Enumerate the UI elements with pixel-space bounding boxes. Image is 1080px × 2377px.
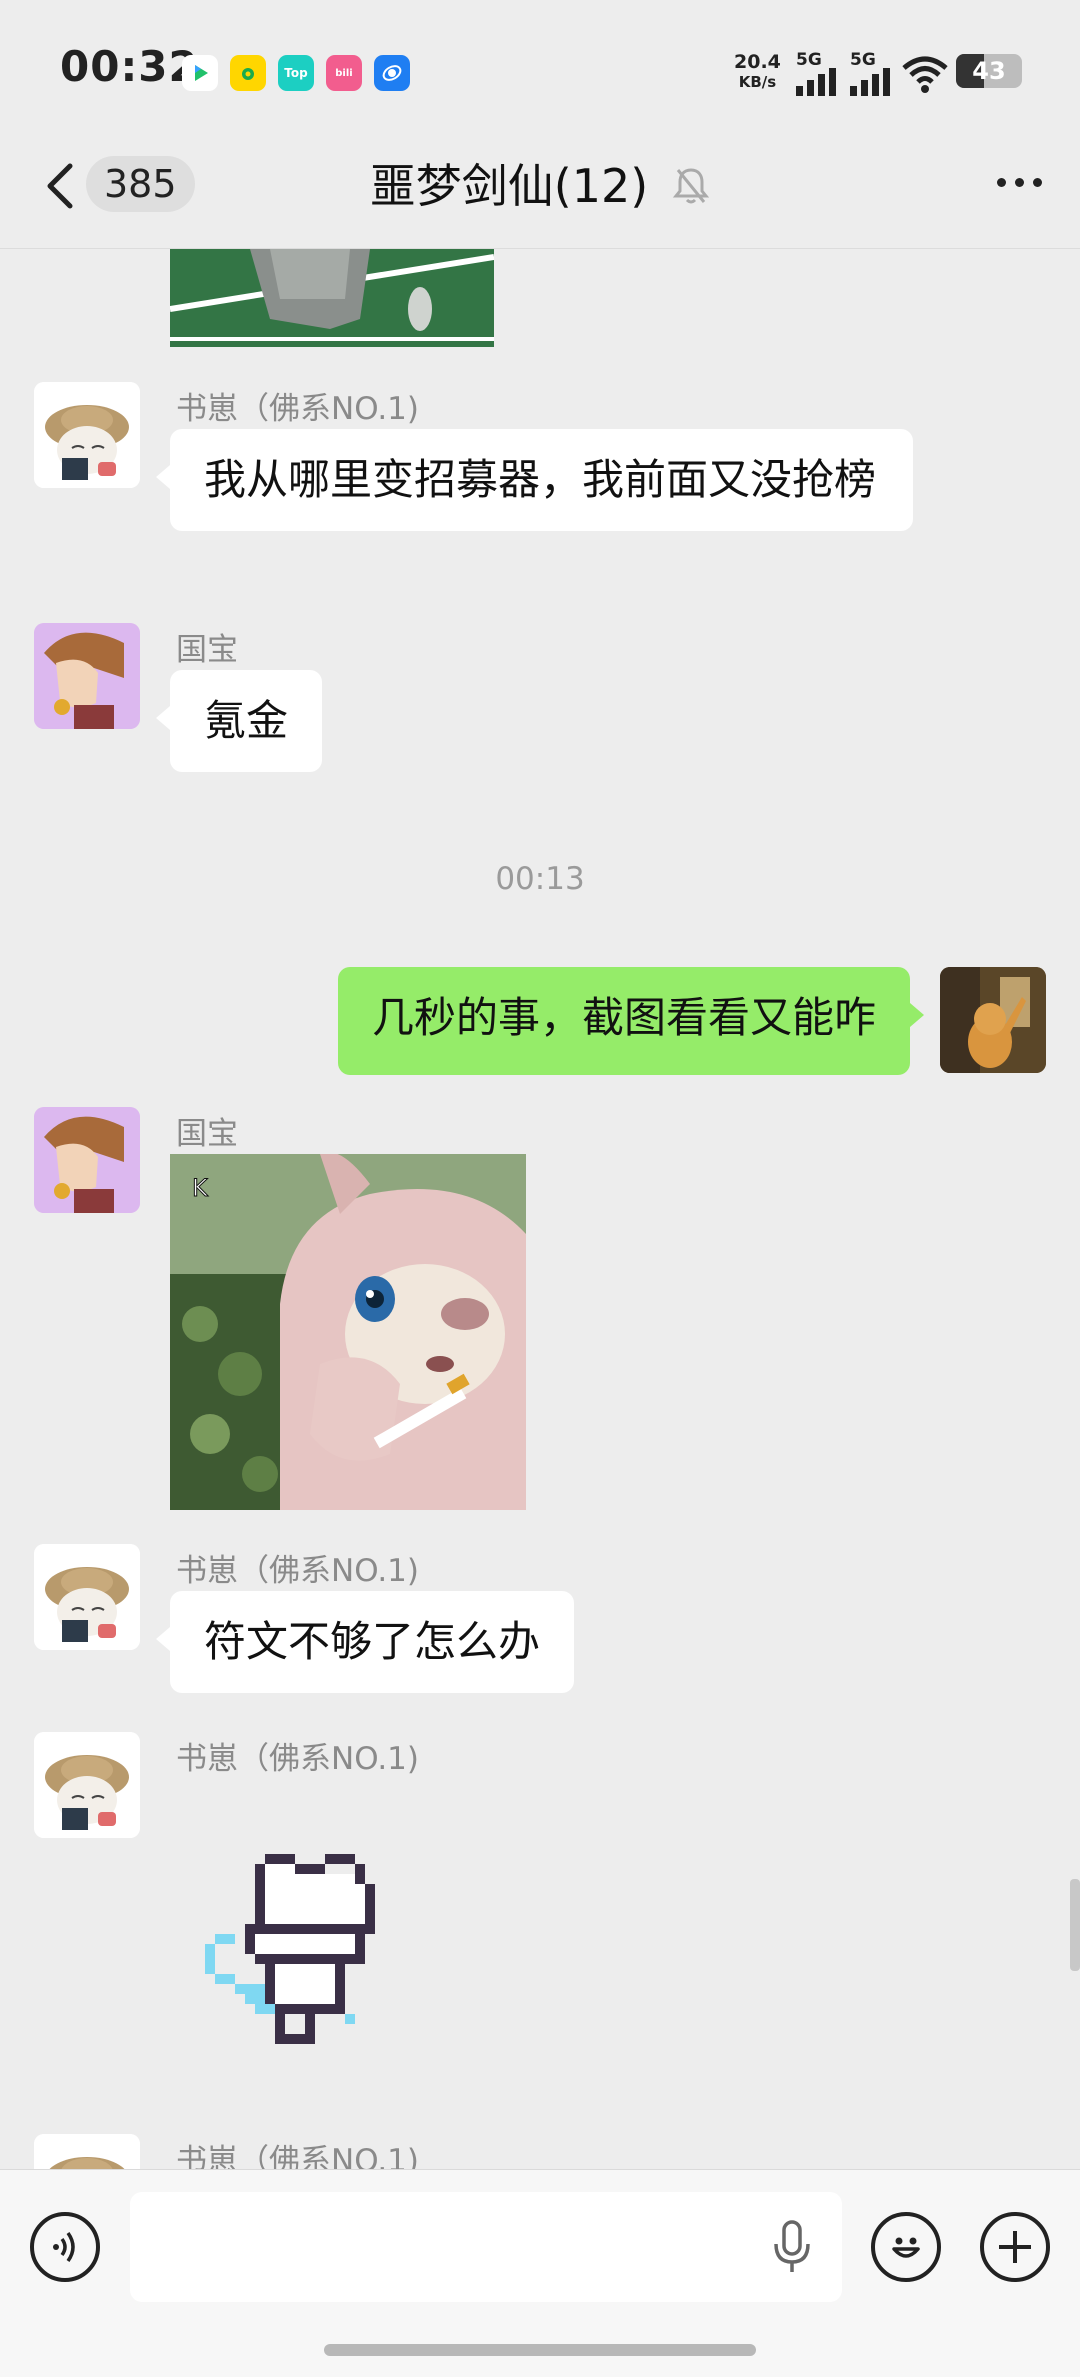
signal-icon: 5G — [796, 52, 838, 100]
browser-app-icon — [374, 55, 410, 91]
cat-photo-avatar-icon — [940, 967, 1046, 1073]
message-input[interactable] — [130, 2192, 842, 2302]
anime-boy-avatar-icon — [34, 1107, 140, 1213]
avatar[interactable] — [34, 623, 140, 729]
time-divider: 00:13 — [495, 861, 585, 897]
voice-icon — [53, 2231, 75, 2263]
status-time: 00:32 — [60, 42, 199, 91]
image-message[interactable] — [170, 249, 494, 347]
voice-toggle-button[interactable] — [30, 2212, 100, 2282]
sticker-message[interactable] — [205, 1854, 425, 2068]
signal-icon-2: 5G — [850, 52, 892, 100]
bilibili-icon: bili — [326, 55, 362, 91]
message-list[interactable]: 书崽（佛系NO.1) 我从哪里变招募器，我前面又没抢榜 国宝 氪金 00:13 … — [0, 249, 1080, 2169]
avatar[interactable] — [34, 1732, 140, 1838]
emoji-button[interactable] — [871, 2212, 941, 2282]
plus-button[interactable] — [980, 2212, 1050, 2282]
mic-icon[interactable] — [772, 2220, 812, 2276]
sender-name: 国宝 — [176, 1116, 238, 1152]
status-bar: 00:32 Top bili 20.4 KB/s 5G 5G 43 — [0, 0, 1080, 140]
chat-title[interactable]: 噩梦剑仙(12) — [370, 158, 648, 214]
avatar[interactable] — [34, 382, 140, 488]
chat-header: 385 噩梦剑仙(12) — [0, 140, 1080, 249]
my-message-bubble[interactable]: 几秒的事，截图看看又能咋 — [337, 967, 925, 1075]
sender-name: 国宝 — [176, 632, 238, 668]
plush-bear-with-cigarette: K — [170, 1154, 526, 1510]
sender-name: 书崽（佛系NO.1) — [176, 1741, 420, 1777]
plus-icon — [999, 2231, 1031, 2263]
sender-name: 书崽（佛系NO.1) — [176, 2143, 420, 2169]
emoji-icon — [892, 2237, 920, 2258]
image-message[interactable]: K — [170, 1154, 526, 1510]
sender-name: 书崽（佛系NO.1) — [176, 391, 420, 427]
sender-name: 书崽（佛系NO.1) — [176, 1553, 420, 1589]
notification-icons: Top bili — [182, 55, 410, 91]
pixel-cat-sticker — [205, 1854, 375, 2044]
my-avatar[interactable] — [940, 967, 1046, 1073]
chat-title-row: 噩梦剑仙(12) — [0, 158, 1080, 214]
music-app-icon — [230, 55, 266, 91]
anime-boy-avatar-icon — [34, 623, 140, 729]
cat-avatar-icon — [34, 1732, 140, 1838]
message-bubble[interactable]: 氪金 — [155, 670, 323, 772]
network-speed: 20.4 KB/s — [734, 51, 781, 91]
scrollbar[interactable] — [1070, 1879, 1080, 1971]
top-app-icon: Top — [278, 55, 314, 91]
image-preview — [170, 249, 494, 347]
cat-avatar-icon — [34, 1544, 140, 1650]
more-button[interactable] — [997, 178, 1042, 187]
avatar[interactable] — [34, 1544, 140, 1650]
message-bubble[interactable]: 我从哪里变招募器，我前面又没抢榜 — [156, 429, 913, 531]
video-app-icon — [182, 55, 218, 91]
svg-text:K: K — [192, 1174, 209, 1202]
wifi-icon — [902, 56, 948, 98]
message-bubble[interactable]: 符文不够了怎么办 — [155, 1591, 575, 1693]
avatar[interactable] — [34, 1107, 140, 1213]
input-bar — [0, 2169, 1080, 2377]
home-indicator[interactable] — [324, 2344, 756, 2356]
cat-avatar-icon — [34, 2134, 140, 2169]
avatar[interactable] — [34, 2134, 140, 2169]
cat-avatar-icon — [34, 382, 140, 488]
bell-off-icon — [673, 168, 710, 204]
more-icon — [997, 178, 1006, 187]
battery-indicator: 43 — [956, 54, 1022, 88]
